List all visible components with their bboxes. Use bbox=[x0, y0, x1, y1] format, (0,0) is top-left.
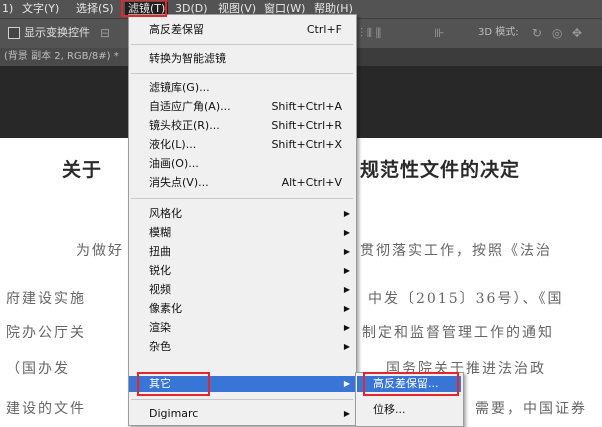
align-icons[interactable]: ⫶ ⫴ ⫼ bbox=[360, 25, 381, 41]
menu-item-filter-gallery[interactable]: 滤镜库(G)... bbox=[129, 80, 356, 96]
doc-line-2-left: 府建设实施 bbox=[6, 291, 86, 307]
menu-item-shortcut: Alt+Ctrl+V bbox=[281, 176, 342, 189]
menu-item-vanishing-point[interactable]: 消失点(V)... Alt+Ctrl+V bbox=[129, 175, 356, 191]
menu-separator bbox=[131, 44, 353, 45]
submenu-arrow-icon: ▶ bbox=[343, 409, 350, 418]
menu-item-liquify[interactable]: 液化(L)... Shift+Ctrl+X bbox=[129, 137, 356, 153]
menu-item-oil-paint[interactable]: 油画(O)... bbox=[129, 156, 356, 172]
menu-item-shortcut: Shift+Ctrl+A bbox=[271, 100, 342, 113]
doc-line-3-right: 制定和监督管理工作的通知 bbox=[362, 325, 554, 341]
menu-item-sharpen[interactable]: 锐化 ▶ bbox=[129, 263, 356, 279]
show-transform-checkbox[interactable] bbox=[8, 27, 20, 39]
submenu-item-offset[interactable]: 位移... bbox=[357, 402, 461, 418]
menu-item-shortcut: Shift+Ctrl+R bbox=[271, 119, 342, 132]
annotation-box-other bbox=[137, 372, 210, 396]
menu-item-blur[interactable]: 模糊 ▶ bbox=[129, 225, 356, 241]
doc-line-4-left: （国办发 bbox=[6, 361, 70, 377]
submenu-arrow-icon: ▶ bbox=[343, 323, 350, 332]
document-title-right: 规范性文件的决定 bbox=[360, 159, 521, 181]
menu-select[interactable]: 选择(S) bbox=[76, 2, 114, 16]
menu-item-pixelate[interactable]: 像素化 ▶ bbox=[129, 301, 356, 317]
menu-partial[interactable]: 1) bbox=[2, 2, 13, 16]
submenu-arrow-icon: ▶ bbox=[343, 228, 350, 237]
show-transform-label: 显示变换控件 bbox=[24, 26, 90, 39]
submenu-arrow-icon: ▶ bbox=[343, 304, 350, 313]
annotation-box-filter-menu bbox=[121, 0, 167, 17]
menu-item-noise[interactable]: 杂色 ▶ bbox=[129, 339, 356, 355]
menu-item-render[interactable]: 渲染 ▶ bbox=[129, 320, 356, 336]
menu-item-video[interactable]: 视频 ▶ bbox=[129, 282, 356, 298]
submenu-arrow-icon: ▶ bbox=[343, 342, 350, 351]
submenu-arrow-icon: ▶ bbox=[343, 379, 350, 388]
menu-item-lens-correction[interactable]: 镜头校正(R)... Shift+Ctrl+R bbox=[129, 118, 356, 134]
filter-menu: 高反差保留 Ctrl+F 转换为智能滤镜 滤镜库(G)... 自适应广角(A).… bbox=[128, 14, 357, 426]
annotation-box-high-pass bbox=[363, 372, 459, 396]
menu-item-last-filter[interactable]: 高反差保留 Ctrl+F bbox=[129, 22, 356, 38]
menu-separator bbox=[131, 399, 353, 400]
document-title-left: 关于 bbox=[62, 159, 103, 181]
doc-line-3-left: 院办公厅关 bbox=[6, 325, 86, 341]
doc-line-5-left: 建设的文件 bbox=[6, 401, 86, 417]
doc-line-2-right: 中发〔2015〕36号）、《国 bbox=[368, 291, 564, 307]
submenu-arrow-icon: ▶ bbox=[343, 285, 350, 294]
3d-pan-icon[interactable]: ✥ bbox=[572, 25, 582, 41]
menu-item-shortcut: Ctrl+F bbox=[306, 23, 342, 36]
submenu-arrow-icon: ▶ bbox=[343, 266, 350, 275]
transform-icon[interactable]: ⊟ bbox=[100, 25, 110, 41]
submenu-arrow-icon: ▶ bbox=[343, 209, 350, 218]
menu-item-adaptive-wide-angle[interactable]: 自适应广角(A)... Shift+Ctrl+A bbox=[129, 99, 356, 115]
menu-item-digimarc[interactable]: Digimarc ▶ bbox=[129, 406, 356, 422]
document-tab[interactable]: (背景 副本 2, RGB/8#) * bbox=[0, 48, 130, 66]
3d-rotate-icon[interactable]: ↻ bbox=[532, 25, 542, 41]
menu-item-shortcut: Shift+Ctrl+X bbox=[271, 138, 342, 151]
menu-item-distort[interactable]: 扭曲 ▶ bbox=[129, 244, 356, 260]
doc-line-1-left: 为做好 bbox=[76, 243, 124, 259]
3d-roll-icon[interactable]: ◎ bbox=[552, 25, 562, 41]
menu-separator bbox=[131, 198, 353, 199]
doc-line-5-right: 需要，中国证券 bbox=[475, 401, 587, 417]
distribute-icon[interactable]: ⊪ bbox=[434, 25, 444, 41]
3d-mode-label: 3D 模式: bbox=[478, 27, 519, 38]
menu-separator bbox=[131, 73, 353, 74]
menu-item-stylize[interactable]: 风格化 ▶ bbox=[129, 206, 356, 222]
submenu-arrow-icon: ▶ bbox=[343, 247, 350, 256]
menu-type[interactable]: 文字(Y) bbox=[22, 2, 59, 16]
doc-line-1-right: 贯彻落实工作，按照《法治 bbox=[360, 243, 552, 259]
menu-item-convert-smart-filter[interactable]: 转换为智能滤镜 bbox=[129, 51, 356, 67]
